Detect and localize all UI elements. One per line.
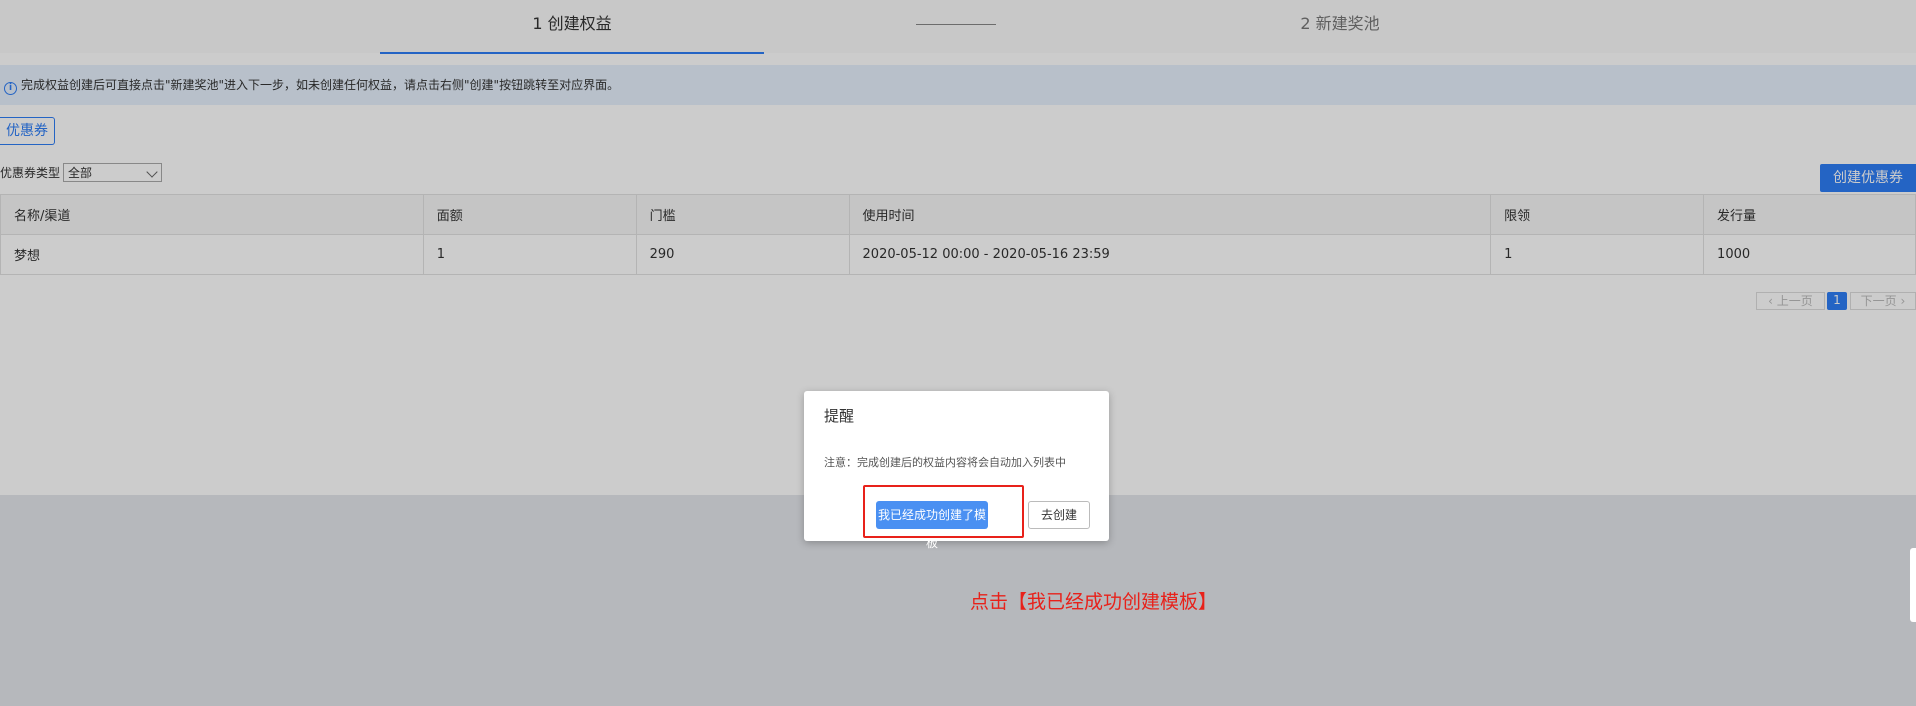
instruction-text: 点击【我已经成功创建模板】 xyxy=(970,591,1218,613)
dialog-message: 注意：完成创建后的权益内容将会自动加入列表中 xyxy=(824,456,1066,469)
highlight-box xyxy=(863,485,1024,538)
side-tab[interactable] xyxy=(1910,548,1916,622)
go-create-button[interactable]: 去创建 xyxy=(1028,501,1090,529)
dialog-title: 提醒 xyxy=(824,407,855,425)
